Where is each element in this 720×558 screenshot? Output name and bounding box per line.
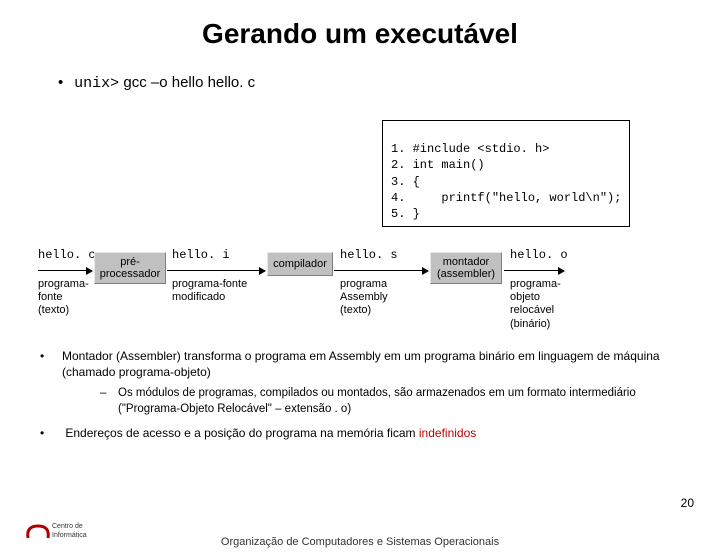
code-line: 2. int main() xyxy=(391,158,485,172)
footer-text: Organização de Computadores e Sistemas O… xyxy=(0,536,720,548)
stage-file-o: hello. o xyxy=(510,248,568,262)
bullet-text-a: Endereços de acesso e a posição do progr… xyxy=(65,426,419,440)
stage-sub-c: programa- fonte (texto) xyxy=(38,278,89,318)
arrow-icon xyxy=(38,270,92,271)
arrow-icon xyxy=(167,270,265,271)
bullet-text-red: indefinidos xyxy=(419,426,476,440)
compiler-box: compilador xyxy=(267,252,333,276)
prompt-text: unix> xyxy=(74,75,119,92)
stage-sub-s: programa Assembly (texto) xyxy=(340,278,388,318)
assembler-box: montador (assembler) xyxy=(430,252,502,284)
stage-sub-o: programa- objeto relocável (binário) xyxy=(510,278,561,331)
code-listing: 1. #include <stdio. h> 2. int main() 3. … xyxy=(382,120,630,227)
command-args: gcc –o hello hello. c xyxy=(123,74,255,91)
bullet-item: Montador (Assembler) transforma o progra… xyxy=(40,348,690,380)
stage-sub-i: programa-fonte modificado xyxy=(172,278,247,304)
sub-bullet-item: Os módulos de programas, compilados ou m… xyxy=(100,386,690,417)
stage-file-i: hello. i xyxy=(172,248,230,262)
stage-file-c: hello. c xyxy=(38,248,96,262)
bullet-item: Endereços de acesso e a posição do progr… xyxy=(40,425,690,441)
logo-text-line2: Informática xyxy=(52,532,87,539)
page-number: 20 xyxy=(681,496,694,510)
compilation-pipeline: hello. c programa- fonte (texto) pré- pr… xyxy=(38,248,688,338)
arrow-icon xyxy=(334,270,428,271)
code-line: 5. } xyxy=(391,207,420,221)
bullet-list: Montador (Assembler) transforma o progra… xyxy=(40,348,690,448)
arrow-icon xyxy=(504,270,564,271)
command-line: • unix> gcc –o hello hello. c xyxy=(58,74,720,92)
page-title: Gerando um executável xyxy=(0,18,720,50)
stage-file-s: hello. s xyxy=(340,248,398,262)
logo-text-line1: Centro de xyxy=(52,523,83,530)
code-line: 4. printf("hello, world\n"); xyxy=(391,191,621,205)
preprocessor-box: pré- processador xyxy=(94,252,166,284)
code-line: 1. #include <stdio. h> xyxy=(391,142,549,156)
code-line: 3. { xyxy=(391,175,420,189)
